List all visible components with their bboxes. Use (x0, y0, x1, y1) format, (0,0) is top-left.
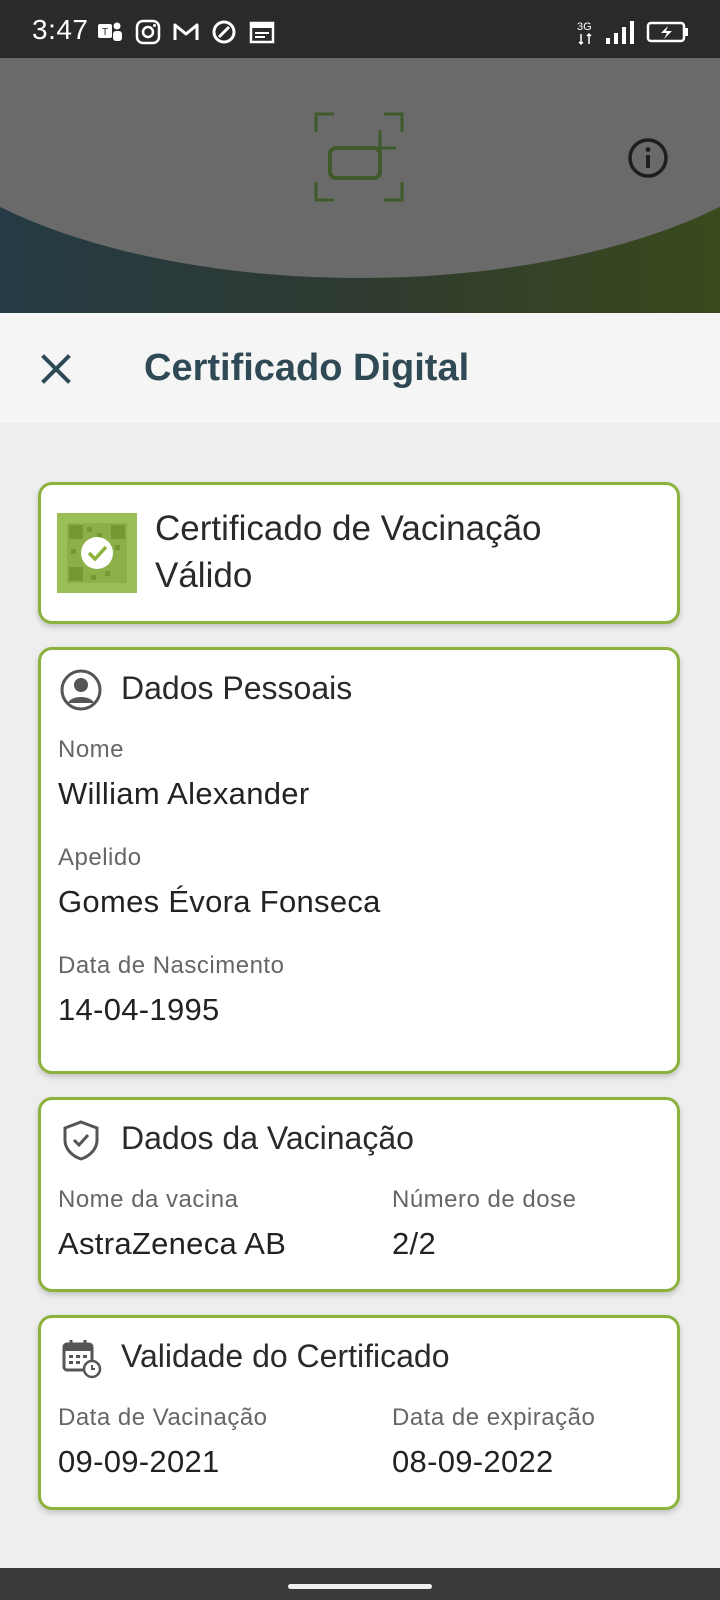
status-title-line2: Válido (155, 556, 253, 595)
sheet-header: Certificado Digital (0, 313, 720, 423)
certificate-status-card: Certificado de Vacinação Válido (38, 482, 680, 624)
info-icon[interactable] (626, 136, 670, 180)
svg-text:T: T (102, 27, 108, 38)
network-3g-icon: 3G (577, 21, 592, 46)
home-gesture-handle[interactable] (288, 1584, 432, 1589)
app-header-dimmed (0, 58, 720, 313)
certificate-validity-card: Validade do Certificado Data de Vacinaçã… (38, 1315, 680, 1510)
battery-charging-icon (646, 21, 688, 43)
user-circle-icon (60, 669, 102, 711)
signal-icon (606, 21, 634, 44)
vaccine-name-value: AstraZeneca AB (58, 1226, 287, 1261)
surname-value: Gomes Évora Fonseca (58, 884, 381, 919)
section-title: Dados Pessoais (121, 670, 353, 706)
teams-icon: T (98, 22, 122, 41)
personal-data-card: Dados Pessoais Nome William Alexander Ap… (38, 647, 680, 1074)
calendar-icon (249, 21, 275, 44)
dob-label: Data de Nascimento (58, 952, 285, 979)
shield-check-icon (63, 1120, 99, 1161)
gmail-icon (173, 23, 199, 40)
dose-number-label: Número de dose (392, 1186, 577, 1213)
surname-label: Apelido (58, 844, 142, 871)
calendar-clock-icon (62, 1340, 102, 1379)
page-title: Certificado Digital (144, 347, 470, 389)
status-title-line1: Certificado de Vacinação (155, 509, 542, 548)
certificate-status-title: Certificado de Vacinação Válido (155, 505, 665, 599)
at-icon (212, 20, 236, 44)
notification-icons: T (96, 18, 276, 46)
expiration-date-label: Data de expiração (392, 1404, 596, 1431)
status-time: 3:47 (32, 14, 89, 45)
vaccination-date-value: 09-09-2021 (58, 1444, 220, 1479)
scan-logo-icon (314, 112, 404, 202)
name-label: Nome (58, 736, 125, 763)
expiration-date-value: 08-09-2022 (392, 1444, 554, 1479)
vaccination-data-card: Dados da Vacinação Nome da vacina AstraZ… (38, 1097, 680, 1292)
dob-value: 14-04-1995 (58, 992, 220, 1027)
qr-valid-thumbnail (57, 513, 137, 593)
name-value: William Alexander (58, 776, 310, 811)
svg-text:3G: 3G (577, 21, 592, 33)
system-icons: 3G (576, 18, 690, 46)
vaccination-date-label: Data de Vacinação (58, 1404, 268, 1431)
dose-number-value: 2/2 (392, 1226, 436, 1261)
section-title: Validade do Certificado (121, 1338, 450, 1374)
vaccine-name-label: Nome da vacina (58, 1186, 239, 1213)
instagram-icon (135, 19, 161, 45)
status-bar: 3:47 T 3G (0, 0, 720, 58)
close-icon[interactable] (32, 345, 80, 393)
navigation-bar (0, 1568, 720, 1600)
section-title: Dados da Vacinação (121, 1120, 414, 1156)
qr-check-icon (67, 523, 127, 583)
